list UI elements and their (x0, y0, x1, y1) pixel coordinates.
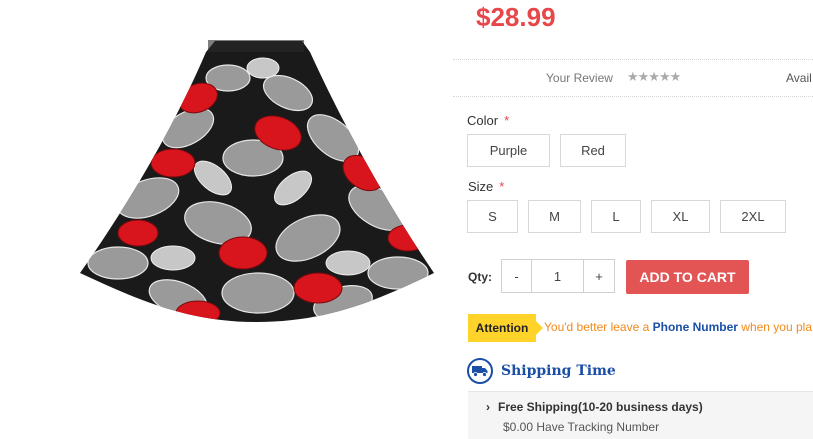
availability-label: Avail (786, 71, 812, 85)
review-stars[interactable]: ★★★★★ (627, 69, 681, 85)
qty-label: Qty: (468, 270, 492, 284)
color-option-red[interactable]: Red (560, 134, 626, 167)
shipping-title: Shipping Time (501, 363, 616, 379)
size-option-xl[interactable]: XL (651, 200, 710, 233)
shipping-tracking-note: $0.00 Have Tracking Number (503, 420, 660, 434)
chevron-right-icon: › (486, 400, 490, 414)
size-option-s[interactable]: S (467, 200, 518, 233)
attention-message: You'd better leave a Phone Number when y… (544, 320, 812, 334)
required-mark: * (504, 113, 510, 128)
color-option-purple[interactable]: Purple (467, 134, 550, 167)
review-label: Your Review (546, 71, 613, 85)
divider (453, 59, 813, 60)
size-option-l[interactable]: L (591, 200, 641, 233)
shipping-option[interactable]: › Free Shipping(10-20 business days) (486, 400, 703, 414)
size-option-m[interactable]: M (528, 200, 581, 233)
product-price: $28.99 (476, 2, 556, 32)
color-label: Color * (467, 113, 509, 128)
size-label: Size * (468, 179, 504, 194)
attention-text-after: when you pla (737, 320, 813, 334)
truck-icon (467, 358, 493, 384)
attention-text-before: You'd better leave a (544, 320, 653, 334)
divider (453, 96, 813, 97)
qty-increment-button[interactable]: + (583, 259, 615, 293)
qty-decrement-button[interactable]: - (501, 259, 532, 293)
required-mark: * (499, 179, 505, 194)
shipping-option-label: Free Shipping(10-20 business days) (498, 400, 703, 414)
size-option-2xl[interactable]: 2XL (720, 200, 786, 233)
phone-number-highlight: Phone Number (652, 320, 738, 334)
product-image[interactable] (78, 38, 436, 324)
qty-input[interactable]: 1 (531, 259, 584, 293)
color-label-text: Color (467, 113, 499, 128)
size-label-text: Size (468, 179, 494, 194)
attention-badge: Attention (468, 314, 543, 342)
add-to-cart-button[interactable]: ADD TO CART (626, 260, 749, 294)
